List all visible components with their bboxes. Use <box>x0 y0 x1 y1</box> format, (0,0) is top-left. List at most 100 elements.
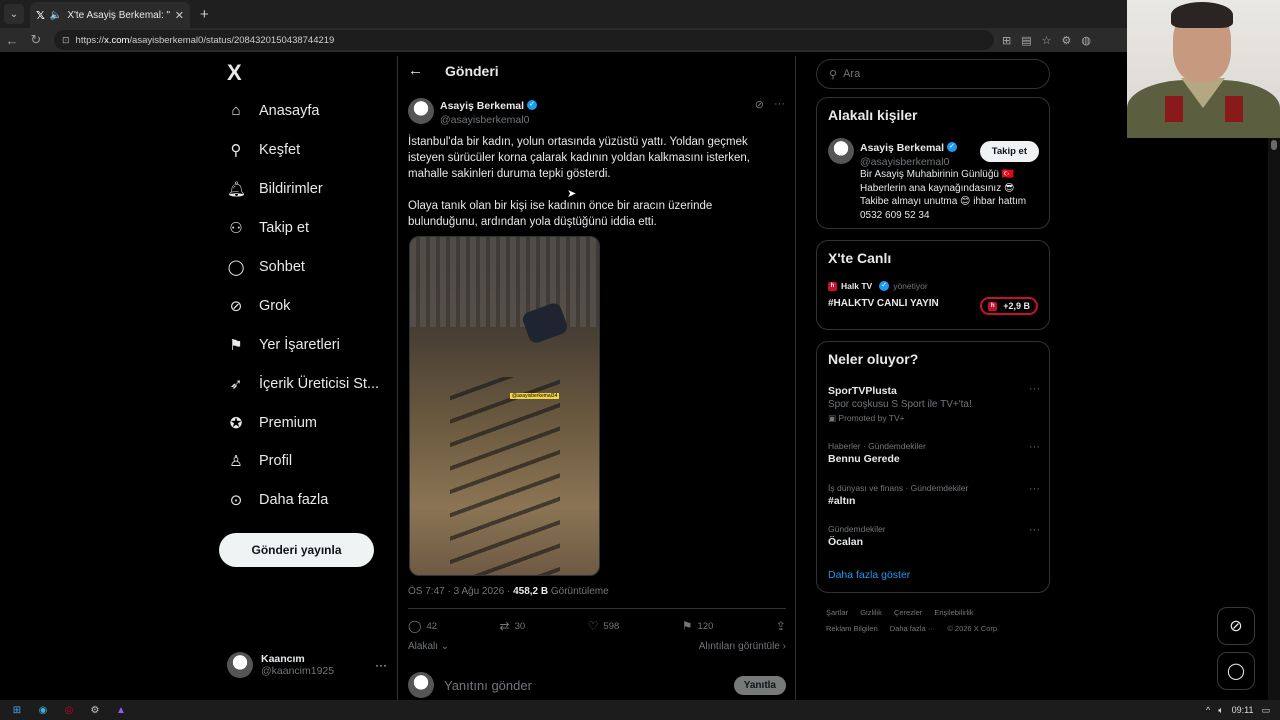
show-more-link[interactable]: Daha fazla göster <box>828 569 910 581</box>
site-info-icon[interactable]: ⊡ <box>62 35 70 46</box>
live-role: yönetiyor <box>893 281 928 291</box>
x-logo-icon[interactable]: X <box>227 60 242 86</box>
post-timestamp[interactable]: ÖS 7:47 · 3 Ağu 2026 · <box>408 586 513 597</box>
nav-grok[interactable]: ⊘ Grok <box>227 297 291 315</box>
new-tab-icon[interactable]: + <box>200 6 209 23</box>
like-button[interactable]: ♡ 598 <box>588 619 620 633</box>
post-button[interactable]: Gönderi yayınla <box>219 533 374 567</box>
view-quotes-link[interactable]: Alıntıları görüntüle › <box>699 641 786 652</box>
more-horizontal-icon[interactable]: ··· <box>1029 383 1040 395</box>
nav-premium[interactable]: ✪ Premium <box>227 414 317 432</box>
more-horizontal-icon[interactable]: ··· <box>1029 441 1040 453</box>
url-text: https://x.com/asayisberkemal0/status/208… <box>75 34 335 46</box>
grok-explain-icon[interactable]: ⊘ <box>755 98 764 111</box>
footer-link[interactable]: Çerezler <box>894 608 922 617</box>
trend-title: #altın <box>828 495 856 507</box>
live-listeners-badge[interactable]: h +2,9 B <box>980 297 1038 315</box>
tray-chevron-icon[interactable]: ^ <box>1206 705 1210 715</box>
edge-browser-icon[interactable]: ◉ <box>34 703 52 717</box>
more-horizontal-icon[interactable]: ··· <box>774 98 785 111</box>
speaker-icon[interactable]: 🔈 <box>50 10 62 21</box>
share-button[interactable]: ⇪ <box>776 619 786 633</box>
page-scrollbar[interactable] <box>1268 138 1280 700</box>
browser-tabstrip: ⌄ 𝕏 🔈 X'te Asayiş Berkemal: "İstanbu ✕ + <box>0 0 1280 28</box>
back-arrow-icon[interactable]: ← <box>408 62 423 79</box>
reply-submit-button[interactable]: Yanıtla <box>733 675 786 695</box>
scrollbar-thumb[interactable] <box>1271 140 1277 150</box>
repost-button[interactable]: ⇄ 30 <box>500 619 526 633</box>
footer-link[interactable]: Reklam Bilgileri <box>826 624 878 633</box>
trend-item[interactable]: Gündemdekiler Öcalan ··· <box>828 524 1040 548</box>
account-switcher[interactable]: Kaancım @kaancim1925 ··· <box>227 652 387 678</box>
bookmark-button[interactable]: ⚑ 120 <box>682 619 714 633</box>
footer-link[interactable]: Erişilebilirlik <box>934 608 973 617</box>
halktv-logo-icon: h <box>988 301 998 311</box>
author-handle[interactable]: @asayisberkemal0 <box>440 114 537 126</box>
trend-item[interactable]: İş dünyası ve finans · Gündemdekiler #al… <box>828 483 1040 507</box>
clock[interactable]: 09:11 <box>1232 705 1254 715</box>
app-icon[interactable]: ▲ <box>112 703 130 717</box>
nav-explore[interactable]: ⚲ Keşfet <box>227 141 301 159</box>
home-icon: ⌂ <box>231 102 241 119</box>
windows-start-icon[interactable]: ⊞ <box>8 703 26 717</box>
extensions-icon[interactable]: ⚙ <box>1062 34 1072 47</box>
nav-creator-studio[interactable]: ➶ İçerik Üreticisi St... <box>227 375 379 393</box>
bookmark-icon: ⚑ <box>229 337 243 354</box>
live-title[interactable]: #HALKTV CANLI YAYIN <box>828 298 939 309</box>
favorite-star-icon[interactable]: ☆ <box>1042 34 1052 47</box>
nav-bookmarks[interactable]: ⚑ Yer İşaretleri <box>227 336 340 354</box>
author-avatar[interactable] <box>408 98 434 124</box>
reply-button[interactable]: ◯ 42 <box>408 619 437 633</box>
search-input[interactable]: ⚲ Ara <box>816 59 1050 89</box>
footer-link[interactable]: Şartlar <box>826 608 848 617</box>
tab-list-chevron-icon[interactable]: ⌄ <box>4 4 24 24</box>
close-tab-icon[interactable]: ✕ <box>175 9 184 22</box>
related-user[interactable]: Asayiş Berkemal ✓ @asayisberkemal0 <box>828 138 958 168</box>
reply-input[interactable]: Yanıtını gönder <box>444 678 532 693</box>
more-horizontal-icon[interactable]: ··· <box>375 658 387 672</box>
footer-link[interactable]: Gizlilik <box>860 608 882 617</box>
reload-icon[interactable]: ↻ <box>24 32 48 48</box>
nav-chat[interactable]: ◯ Sohbet <box>227 258 305 276</box>
related-user-name[interactable]: Asayiş Berkemal <box>860 142 944 154</box>
app-install-icon[interactable]: ⊞ <box>1002 34 1011 47</box>
related-people-card: Alakalı kişiler Asayiş Berkemal ✓ @asayis… <box>816 97 1050 229</box>
follow-button[interactable]: Takip et <box>979 141 1039 162</box>
live-source[interactable]: h Halk TV ✓ yönetiyor <box>828 281 928 291</box>
browser-toolbar: ← ↻ ⊡ https://x.com/asayisberkemal0/stat… <box>0 28 1130 52</box>
avatar[interactable] <box>828 138 854 164</box>
browser-tab[interactable]: 𝕏 🔈 X'te Asayiş Berkemal: "İstanbu ✕ <box>30 2 190 28</box>
related-user-handle[interactable]: @asayisberkemal0 <box>860 156 957 168</box>
search-icon: ⚲ <box>230 142 242 159</box>
messages-fab-button[interactable]: ◯ <box>1217 652 1255 690</box>
trend-title: Öcalan <box>828 536 864 548</box>
grok-fab-button[interactable]: ⊘ <box>1217 607 1255 645</box>
author-name[interactable]: Asayiş Berkemal <box>440 100 524 112</box>
nav-notifications[interactable]: 🔔︎ Bildirimler <box>227 180 323 198</box>
trend-item[interactable]: Haberler · Gündemdekiler Bennu Gerede ··… <box>828 441 1040 465</box>
url-bar[interactable]: ⊡ https://x.com/asayisberkemal0/status/2… <box>54 30 994 50</box>
account-name: Kaancım <box>261 653 305 665</box>
post-video[interactable]: @asayisberkemal34 <box>409 236 600 576</box>
nav-more[interactable]: ⊙ Daha fazla <box>227 491 329 509</box>
more-horizontal-icon[interactable]: ··· <box>1029 524 1040 536</box>
verified-badge-icon: ✓ <box>879 281 890 291</box>
notifications-icon[interactable]: ▭ <box>1261 705 1270 716</box>
nav-home[interactable]: ⌂ Anasayfa <box>227 102 319 119</box>
nav-profile[interactable]: ♙ Profil <box>227 452 292 470</box>
nav-label: Bildirimler <box>259 181 323 197</box>
app-icon[interactable]: ◎ <box>60 703 78 717</box>
trend-item[interactable]: SporTVPlusta Spor coşkusu S Sport ile TV… <box>828 383 1040 424</box>
chat-icon: ◯ <box>227 259 245 276</box>
nav-follow[interactable]: ⚇ Takip et <box>227 219 309 237</box>
reply-sort-dropdown[interactable]: Alakalı ⌄ <box>408 641 449 652</box>
profile-sync-icon[interactable]: ◍ <box>1081 34 1091 47</box>
app-icon[interactable]: ⚙ <box>86 703 104 717</box>
trend-context: Gündemdekiler <box>828 524 886 534</box>
footer-link[interactable]: Daha fazla ··· <box>890 624 935 633</box>
reader-mode-icon[interactable]: ▤ <box>1021 34 1031 47</box>
post-author[interactable]: Asayiş Berkemal ✓ @asayisberkemal0 <box>408 96 538 126</box>
back-nav-icon[interactable]: ← <box>0 33 24 48</box>
more-horizontal-icon[interactable]: ··· <box>1029 483 1040 495</box>
volume-icon[interactable]: 🔈︎ <box>1218 705 1223 716</box>
